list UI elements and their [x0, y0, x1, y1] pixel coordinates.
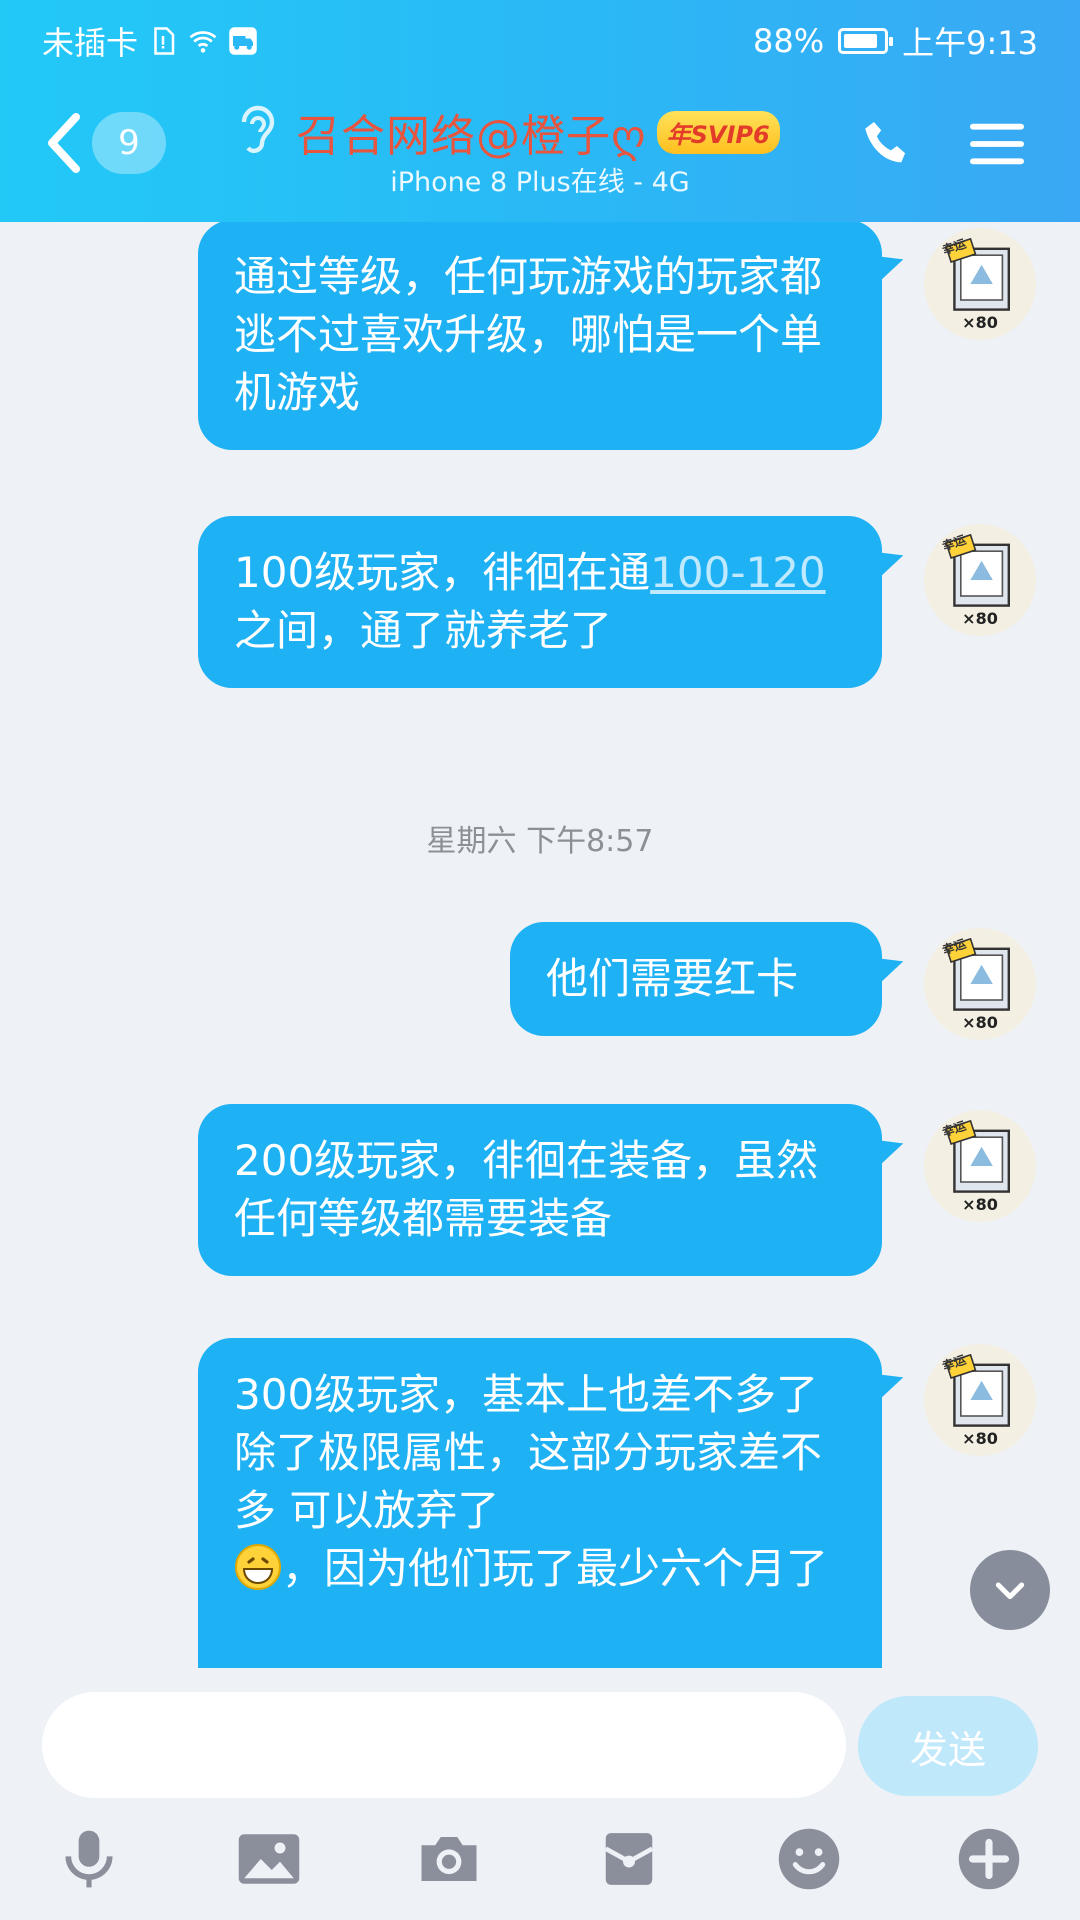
battery-percent: 88%	[753, 22, 825, 60]
mic-button[interactable]	[54, 1824, 124, 1894]
grin-emoji-icon	[234, 1543, 282, 1591]
camera-icon	[421, 1837, 477, 1881]
avatar-count: ×80	[962, 1013, 998, 1032]
phone-icon[interactable]	[858, 116, 916, 174]
avatar-count: ×80	[962, 313, 998, 332]
vip-badge: 年SVIP6	[656, 110, 780, 154]
clock: 上午9:13	[902, 24, 1038, 62]
message-link[interactable]: 100-120	[650, 548, 826, 597]
plus-icon	[958, 1828, 1020, 1890]
message-text: 300级玩家，基本上也差不多了 除了极限属性，这部分玩家差不多 可以放弃了	[234, 1370, 823, 1535]
avatar-count: ×80	[962, 1429, 998, 1448]
status-bar: 未插卡 88% 上午9:13	[0, 0, 1080, 74]
message-text: 他们需要红卡	[546, 954, 799, 1003]
image-button[interactable]	[234, 1824, 304, 1894]
ear-icon[interactable]	[236, 102, 276, 162]
avatar[interactable]: 幸运 ×80	[924, 1344, 1036, 1456]
send-button[interactable]: 发送	[858, 1696, 1038, 1796]
avatar[interactable]: 幸运 ×80	[924, 228, 1036, 340]
timestamp: 星期六 下午8:57	[426, 824, 654, 859]
message-bubble[interactable]: 通过等级，任何玩游戏的玩家都逃不过喜欢升级，哪怕是一个单机游戏	[198, 222, 882, 450]
message-list[interactable]: 通过等级，任何玩游戏的玩家都逃不过喜欢升级，哪怕是一个单机游戏 幸运 ×80 10…	[0, 222, 1080, 1668]
contact-name: 召合网络@橙子ღ	[296, 111, 647, 162]
message-input[interactable]	[42, 1692, 846, 1798]
avatar[interactable]: 幸运 ×80	[924, 1110, 1036, 1222]
message-text: 200级玩家，徘徊在装备，虽然任何等级都需要装备	[234, 1136, 819, 1243]
scroll-down-button[interactable]	[970, 1550, 1050, 1630]
input-bar: 发送	[0, 1668, 1080, 1920]
red-packet-button[interactable]	[594, 1824, 664, 1894]
battery-icon	[838, 28, 894, 54]
wifi-icon	[189, 31, 217, 53]
contact-title[interactable]: 召合网络@橙子ღ 年SVIP6	[296, 100, 780, 164]
chat-nav: 9 召合网络@橙子ღ 年SVIP6 iPhone 8 Plus在线 - 4G	[0, 74, 1080, 222]
camera-button[interactable]	[414, 1824, 484, 1894]
red-packet-icon	[604, 1833, 654, 1885]
avatar[interactable]: 幸运 ×80	[924, 524, 1036, 636]
avatar-count: ×80	[962, 1195, 998, 1214]
sim-icon	[154, 27, 175, 55]
image-icon	[238, 1834, 300, 1884]
message-text: ，因为他们玩了最少六个月了	[282, 1544, 829, 1593]
message-bubble[interactable]: 200级玩家，徘徊在装备，虽然任何等级都需要装备	[198, 1104, 882, 1276]
message-text: 通过等级，任何玩游戏的玩家都逃不过喜欢升级，哪怕是一个单机游戏	[234, 252, 823, 417]
emoji-icon	[778, 1828, 840, 1890]
message-bubble[interactable]: 100级玩家，徘徊在通100-120 之间，通了就养老了	[198, 516, 882, 688]
online-status: iPhone 8 Plus在线 - 4G	[390, 167, 690, 198]
avatar-count: ×80	[962, 609, 998, 628]
mic-icon	[65, 1830, 113, 1888]
message-bubble[interactable]: 他们需要红卡	[510, 922, 882, 1036]
delivery-icon	[229, 27, 257, 55]
message-text: 100级玩家，徘徊在通	[234, 548, 651, 597]
header: 未插卡 88% 上午9:13 9 召合网络@橙子ღ 年SVIP6 iPhone …	[0, 0, 1080, 222]
message-bubble[interactable]: 300级玩家，基本上也差不多了 除了极限属性，这部分玩家差不多 可以放弃了 ，因为…	[198, 1338, 882, 1668]
emoji-button[interactable]	[774, 1824, 844, 1894]
carrier-label: 未插卡	[42, 24, 139, 62]
message-text: 之间，通了就养老了	[234, 606, 613, 655]
more-button[interactable]	[954, 1824, 1024, 1894]
avatar[interactable]: 幸运 ×80	[924, 928, 1036, 1040]
menu-icon[interactable]	[970, 120, 1024, 168]
chevron-down-icon	[995, 1582, 1025, 1600]
